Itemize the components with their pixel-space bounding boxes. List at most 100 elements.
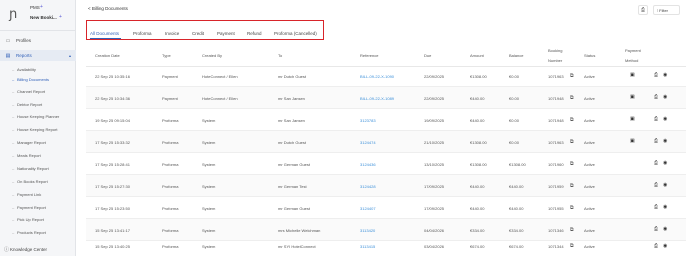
print-icon[interactable]: ⎙ xyxy=(654,116,658,122)
cell-reference-link[interactable]: 3123783 xyxy=(360,118,376,123)
sidebar-subitem-nationality-report[interactable]: – Nationality Report xyxy=(0,163,76,173)
new-booking-plus-icon[interactable]: + xyxy=(59,14,62,20)
external-link-icon[interactable]: ⧉ xyxy=(570,227,574,233)
print-icon: ⎙ xyxy=(640,7,645,13)
cell-balance: €0.00 xyxy=(509,140,520,145)
column-header-payment-method[interactable]: Method xyxy=(625,58,638,63)
print-button[interactable]: ⎙ xyxy=(638,5,648,15)
column-header-reference[interactable]: Reference xyxy=(360,53,378,58)
cell-date: 17 Sep 25 15:27:30 xyxy=(95,184,130,189)
table-row[interactable]: 17 Sep 25 15:28:41 Proforma System mr Ge… xyxy=(86,153,686,175)
print-icon[interactable]: ⎙ xyxy=(654,72,658,78)
external-link-icon[interactable]: ⧉ xyxy=(570,117,574,123)
sidebar-item-reports[interactable]: ▤ Reports ▴ xyxy=(0,50,76,61)
sidebar-subitem-availability[interactable]: – Availability xyxy=(0,64,76,74)
print-icon[interactable]: ⎙ xyxy=(654,182,658,188)
cell-reference-link[interactable]: 3124407 xyxy=(360,206,376,211)
sidebar-subitem-meals-report[interactable]: – Meals Report xyxy=(0,150,76,160)
view-eye-icon[interactable]: ◉ xyxy=(663,138,667,144)
sidebar-subitem-channel-report[interactable]: – Channel Report xyxy=(0,86,76,96)
print-icon[interactable]: ⎙ xyxy=(654,204,658,210)
cell-reference-link[interactable]: 3124428 xyxy=(360,184,376,189)
column-header-created-by[interactable]: Created By xyxy=(202,53,222,58)
column-header-status[interactable]: Status xyxy=(584,53,595,58)
view-eye-icon[interactable]: ◉ xyxy=(663,160,667,166)
table-row[interactable]: 22 Sep 25 10:35:16 Payment HoteConnect /… xyxy=(86,65,686,87)
sidebar-subitem-payment-link[interactable]: – Payment Link xyxy=(0,189,76,199)
column-header-type[interactable]: Type xyxy=(162,53,171,58)
view-eye-icon[interactable]: ◉ xyxy=(663,182,667,188)
cash-icon: ▣ xyxy=(630,72,635,78)
view-eye-icon[interactable]: ◉ xyxy=(663,94,667,100)
pms-plus-icon[interactable]: + xyxy=(40,4,43,10)
sidebar-subitem-on-books-report[interactable]: – On Books Report xyxy=(0,176,76,186)
print-icon[interactable]: ⎙ xyxy=(654,138,658,144)
table-row[interactable]: 22 Sep 25 10:34:36 Payment HoteConnect /… xyxy=(86,87,686,109)
external-link-icon[interactable]: ⧉ xyxy=(570,243,574,249)
external-link-icon[interactable]: ⧉ xyxy=(570,161,574,167)
view-eye-icon[interactable]: ◉ xyxy=(663,243,667,249)
sidebar-subitem-debtor-report[interactable]: – Debtor Report xyxy=(0,99,76,109)
table-row[interactable]: 17 Sep 25 15:27:30 Proforma System mr Ge… xyxy=(86,175,686,197)
back-link-billing-documents[interactable]: < Billing Documents xyxy=(88,6,128,11)
external-link-icon[interactable]: ⧉ xyxy=(570,205,574,211)
external-link-icon[interactable]: ⧉ xyxy=(570,95,574,101)
bullet-icon: – xyxy=(12,166,15,171)
cell-amount: €440.00 xyxy=(470,96,485,101)
pms-label[interactable]: PMS xyxy=(30,5,40,10)
view-eye-icon[interactable]: ◉ xyxy=(663,204,667,210)
print-icon[interactable]: ⎙ xyxy=(654,243,658,249)
sidebar-subitem-payment-report[interactable]: – Payment Report xyxy=(0,202,76,212)
cell-reference-link[interactable]: 3124436 xyxy=(360,162,376,167)
column-header-due[interactable]: Due xyxy=(424,53,431,58)
sidebar-subitem-manager-report[interactable]: – Manager Report xyxy=(0,137,76,147)
column-header-balance[interactable]: Balance xyxy=(509,53,523,58)
column-header-to[interactable]: To xyxy=(278,53,282,58)
cell-created-by: System xyxy=(202,228,216,233)
column-header-booking-number[interactable]: Number xyxy=(548,58,562,63)
view-eye-icon[interactable]: ◉ xyxy=(663,226,667,232)
new-booking-link[interactable]: New Booki... xyxy=(30,15,57,20)
sidebar-subitem-products-report[interactable]: – Products Report xyxy=(0,227,76,237)
cell-reference-link[interactable]: 3113420 xyxy=(360,228,375,233)
column-header-creation-date[interactable]: Creation Date xyxy=(95,53,120,58)
tab-payment[interactable]: Payment xyxy=(217,31,235,36)
table-row[interactable]: 19 Sep 25 09:15:04 Proforma System mr Sa… xyxy=(86,109,686,131)
print-icon[interactable]: ⎙ xyxy=(654,94,658,100)
table-row[interactable]: 17 Sep 25 15:33:32 Proforma System mr Du… xyxy=(86,131,686,153)
print-icon[interactable]: ⎙ xyxy=(654,160,658,166)
cell-balance: €0.00 xyxy=(509,118,520,123)
filter-button[interactable]: ⫶ Filter xyxy=(653,5,680,15)
tab-proforma-cancelled[interactable]: Proforma (Cancelled) xyxy=(274,31,317,36)
table-row[interactable]: 17 Sep 25 15:23:50 Proforma System mr Ge… xyxy=(86,197,686,219)
column-header-amount[interactable]: Amount xyxy=(470,53,484,58)
cell-amount: €674.00 xyxy=(470,244,485,249)
cell-reference-link[interactable]: 3113415 xyxy=(360,244,375,249)
tab-invoice[interactable]: Invoice xyxy=(165,31,179,36)
tab-refund[interactable]: Refund xyxy=(247,31,262,36)
column-header-booking[interactable]: Booking xyxy=(548,48,562,53)
cell-reference-link[interactable]: 3124474 xyxy=(360,140,376,145)
cell-reference-link[interactable]: BILL-09-22-X-1090 xyxy=(360,74,394,79)
print-icon[interactable]: ⎙ xyxy=(654,226,658,232)
view-eye-icon[interactable]: ◉ xyxy=(663,72,667,78)
cell-type: Payment xyxy=(162,96,178,101)
external-link-icon[interactable]: ⧉ xyxy=(570,183,574,189)
cash-icon: ▣ xyxy=(630,138,635,144)
sidebar-subitem-label: Billing Documents xyxy=(17,77,50,82)
external-link-icon[interactable]: ⧉ xyxy=(570,139,574,145)
sidebar-subitem-billing-documents[interactable]: – Billing Documents xyxy=(0,74,76,84)
sidebar-subitem-housekeeping-report[interactable]: – House Keeping Report xyxy=(0,124,76,134)
cell-reference-link[interactable]: BILL-09-22-X-1089 xyxy=(360,96,394,101)
tab-proforma[interactable]: Proforma xyxy=(133,31,152,36)
knowledge-center-link[interactable]: Knowledge Center xyxy=(10,247,47,252)
tab-all-documents[interactable]: All Documents xyxy=(90,31,119,36)
table-row[interactable]: 15 Sep 25 13:40:25 Proforma System mr SY… xyxy=(86,238,686,256)
column-header-payment[interactable]: Payment xyxy=(625,48,641,53)
view-eye-icon[interactable]: ◉ xyxy=(663,116,667,122)
tab-credit[interactable]: Credit xyxy=(192,31,204,36)
sidebar-subitem-pick-up-report[interactable]: – Pick Up Report xyxy=(0,214,76,224)
sidebar-item-profiles[interactable]: ▭ Profiles xyxy=(0,35,76,46)
external-link-icon[interactable]: ⧉ xyxy=(570,73,574,79)
sidebar-subitem-housekeeping-planner[interactable]: – House Keeping Planner xyxy=(0,111,76,121)
